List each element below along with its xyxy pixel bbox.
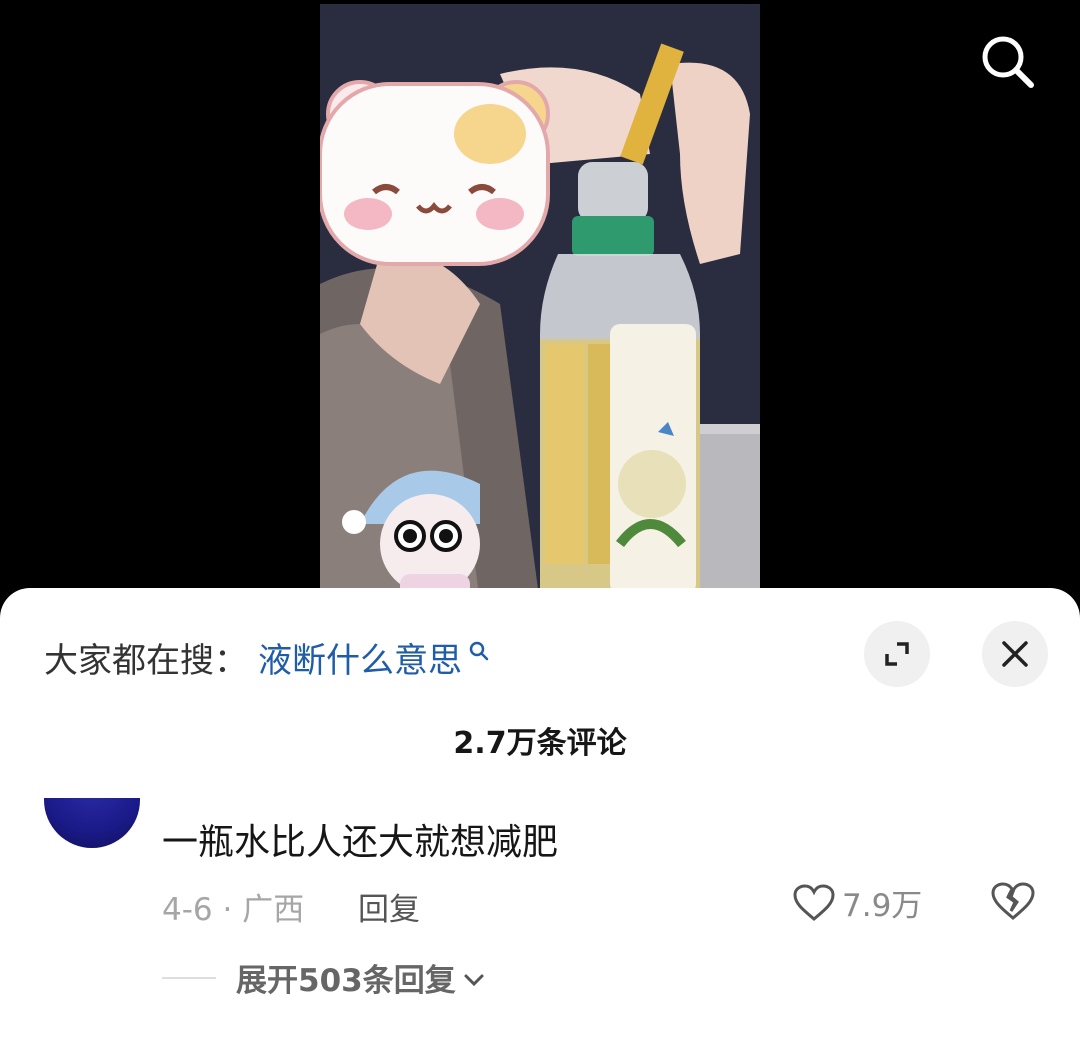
video-frame[interactable] [320, 4, 760, 604]
expand-replies-label: 展开503条回复 [236, 963, 456, 999]
comment-date-location: 4-6 · 广西 [162, 892, 305, 928]
trending-search-bar: 大家都在搜： 液断什么意思 [44, 633, 490, 682]
comment-text: 一瓶水比人还大就想减肥 [162, 822, 559, 863]
comment-count: 2.7万条评论 [453, 726, 627, 761]
expand-replies-button[interactable]: 展开503条回复 [162, 955, 486, 1000]
expand-button[interactable] [864, 621, 930, 687]
expand-icon [885, 642, 909, 666]
trending-prefix: 大家都在搜： [44, 640, 248, 681]
trending-query-link[interactable]: 液断什么意思 [258, 633, 462, 682]
search-button[interactable] [976, 30, 1040, 94]
search-icon [982, 36, 1034, 88]
avatar[interactable] [44, 798, 140, 848]
reply-button[interactable]: 回复 [358, 884, 420, 929]
broken-heart-icon [991, 882, 1035, 920]
like-count: 7.9万 [842, 888, 923, 924]
heart-icon [793, 883, 835, 921]
close-icon [1002, 641, 1028, 667]
video-content [320, 4, 760, 604]
like-button[interactable]: 7.9万 [792, 880, 922, 925]
search-icon [469, 641, 489, 661]
avatar-image [44, 798, 140, 848]
chevron-down-icon [464, 974, 484, 986]
divider [162, 976, 216, 979]
dislike-button[interactable] [990, 880, 1036, 926]
close-button[interactable] [982, 621, 1048, 687]
